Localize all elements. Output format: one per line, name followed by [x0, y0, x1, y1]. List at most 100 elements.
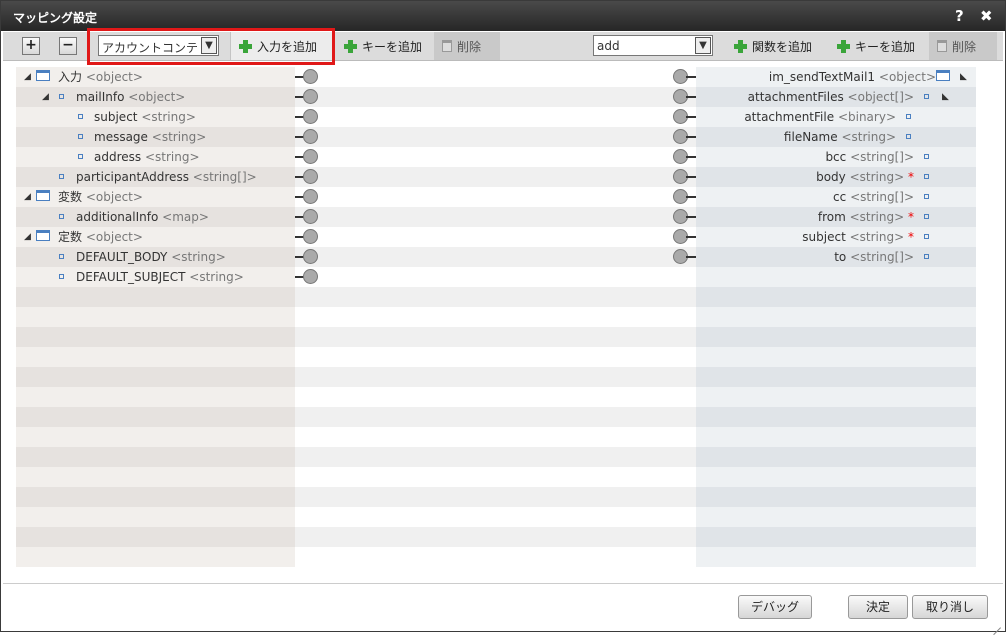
row-stripe: [16, 447, 976, 467]
chevron-down-icon: ▼: [201, 37, 217, 54]
row-stripe: [16, 547, 976, 567]
add-key-left-button[interactable]: キーを追加: [336, 32, 432, 60]
row-stripe: [16, 307, 976, 327]
help-icon[interactable]: ?: [955, 7, 964, 25]
expand-triangle-icon[interactable]: ◢: [42, 87, 49, 107]
field-icon: [59, 174, 64, 179]
add-function-button[interactable]: 関数を追加: [726, 32, 826, 60]
target-item-attachmentfiles[interactable]: attachmentFiles <object[]> ◣: [696, 87, 976, 107]
target-item-from[interactable]: from <string> *: [696, 207, 976, 227]
debug-button[interactable]: デバッグ: [738, 595, 812, 619]
right-connector-handle[interactable]: [672, 67, 698, 87]
object-icon: [36, 230, 50, 241]
right-connector-handle[interactable]: [672, 127, 698, 147]
field-icon: [924, 174, 929, 179]
left-connector-handle[interactable]: [295, 127, 321, 147]
tree-item-input[interactable]: ◢ 入力 <object>: [16, 67, 295, 87]
expand-triangle-icon[interactable]: ◢: [24, 67, 31, 87]
tree-item-label: additionalInfo <map>: [76, 210, 209, 224]
tree-item-address[interactable]: address <string>: [16, 147, 295, 167]
left-connector-handle[interactable]: [295, 267, 321, 287]
cancel-button[interactable]: 取り消し: [912, 595, 988, 619]
resize-grip-icon[interactable]: [991, 618, 1001, 628]
tree-item-subject[interactable]: subject <string>: [16, 107, 295, 127]
right-connector-handle[interactable]: [672, 167, 698, 187]
row-stripe: [16, 287, 976, 307]
left-connector-handle[interactable]: [295, 207, 321, 227]
target-item-label: im_sendTextMail1 <object>: [768, 70, 936, 84]
left-connector-handle[interactable]: [295, 107, 321, 127]
right-connector-handle[interactable]: [672, 247, 698, 267]
expand-all-button[interactable]: +: [22, 37, 40, 55]
close-icon[interactable]: ✖: [980, 7, 993, 25]
dialog-footer: デバッグ 決定 取り消し: [3, 583, 1003, 630]
tree-item-participantaddress[interactable]: participantAddress <string[]>: [16, 167, 295, 187]
target-item-filename[interactable]: fileName <string>: [696, 127, 976, 147]
left-connector-handle[interactable]: [295, 167, 321, 187]
field-icon: [924, 94, 929, 99]
tree-item-label: DEFAULT_BODY <string>: [76, 250, 226, 264]
target-item-im-sendtextmail1[interactable]: im_sendTextMail1 <object> ◣: [696, 67, 976, 87]
object-icon: [36, 70, 50, 81]
field-icon: [78, 114, 83, 119]
right-connector-handle[interactable]: [672, 107, 698, 127]
right-connector-handle[interactable]: [672, 207, 698, 227]
field-icon: [924, 154, 929, 159]
left-connector-handle[interactable]: [295, 87, 321, 107]
left-connector-handle[interactable]: [295, 187, 321, 207]
tree-item-variables[interactable]: ◢ 変数 <object>: [16, 187, 295, 207]
left-connector-handle[interactable]: [295, 227, 321, 247]
target-item-subject[interactable]: subject <string> *: [696, 227, 976, 247]
input-type-select[interactable]: アカウントコンテキスト ▼: [98, 35, 219, 56]
right-connector-handle[interactable]: [672, 87, 698, 107]
delete-left-label: 削除: [457, 39, 482, 54]
tree-item-label: 変数 <object>: [58, 190, 143, 204]
delete-left-button[interactable]: 削除: [434, 32, 500, 60]
field-icon: [924, 254, 929, 259]
target-item-label: attachmentFile <binary>: [744, 110, 896, 124]
mapping-area: ◢ 入力 <object> ◢ mailInfo <object> subjec…: [16, 67, 976, 567]
target-item-bcc[interactable]: bcc <string[]>: [696, 147, 976, 167]
dialog-title: マッピング設定: [13, 11, 98, 25]
tree-item-message[interactable]: message <string>: [16, 127, 295, 147]
right-connector-handle[interactable]: [672, 147, 698, 167]
expand-triangle-icon[interactable]: ◣: [960, 67, 967, 87]
expand-triangle-icon[interactable]: ◣: [942, 87, 949, 107]
trash-icon: [442, 40, 452, 52]
tree-item-mailinfo[interactable]: ◢ mailInfo <object>: [16, 87, 295, 107]
target-item-cc[interactable]: cc <string[]>: [696, 187, 976, 207]
add-key-right-button[interactable]: キーを追加: [829, 32, 926, 60]
target-item-label: cc <string[]>: [833, 190, 914, 204]
left-connector-handle[interactable]: [295, 67, 321, 87]
add-input-button[interactable]: 入力を追加: [230, 32, 334, 60]
trash-icon: [937, 40, 947, 52]
target-item-body[interactable]: body <string> *: [696, 167, 976, 187]
field-icon: [924, 214, 929, 219]
tree-item-default-body[interactable]: DEFAULT_BODY <string>: [16, 247, 295, 267]
target-item-attachmentfile[interactable]: attachmentFile <binary>: [696, 107, 976, 127]
expand-triangle-icon[interactable]: ◢: [24, 187, 31, 207]
plus-icon: [239, 39, 252, 53]
function-select[interactable]: add ▼: [593, 35, 713, 56]
field-icon: [59, 274, 64, 279]
target-item-to[interactable]: to <string[]>: [696, 247, 976, 267]
tree-item-additionalinfo[interactable]: additionalInfo <map>: [16, 207, 295, 227]
delete-right-button[interactable]: 削除: [929, 32, 997, 60]
field-icon: [59, 94, 64, 99]
collapse-all-button[interactable]: −: [59, 37, 77, 55]
tree-item-label: mailInfo <object>: [76, 90, 186, 104]
row-stripe: [16, 327, 976, 347]
expand-triangle-icon[interactable]: ◢: [24, 227, 31, 247]
target-item-label: to <string[]>: [834, 250, 914, 264]
ok-button[interactable]: 決定: [848, 595, 908, 619]
left-connector-handle[interactable]: [295, 247, 321, 267]
right-connector-handle[interactable]: [672, 227, 698, 247]
tree-item-constants[interactable]: ◢ 定数 <object>: [16, 227, 295, 247]
left-connector-handle[interactable]: [295, 147, 321, 167]
tree-item-default-subject[interactable]: DEFAULT_SUBJECT <string>: [16, 267, 295, 287]
right-connector-handle[interactable]: [672, 187, 698, 207]
row-stripe: [16, 407, 976, 427]
plus-icon: [734, 39, 747, 53]
row-stripe: [16, 387, 976, 407]
chevron-down-icon: ▼: [695, 37, 711, 54]
